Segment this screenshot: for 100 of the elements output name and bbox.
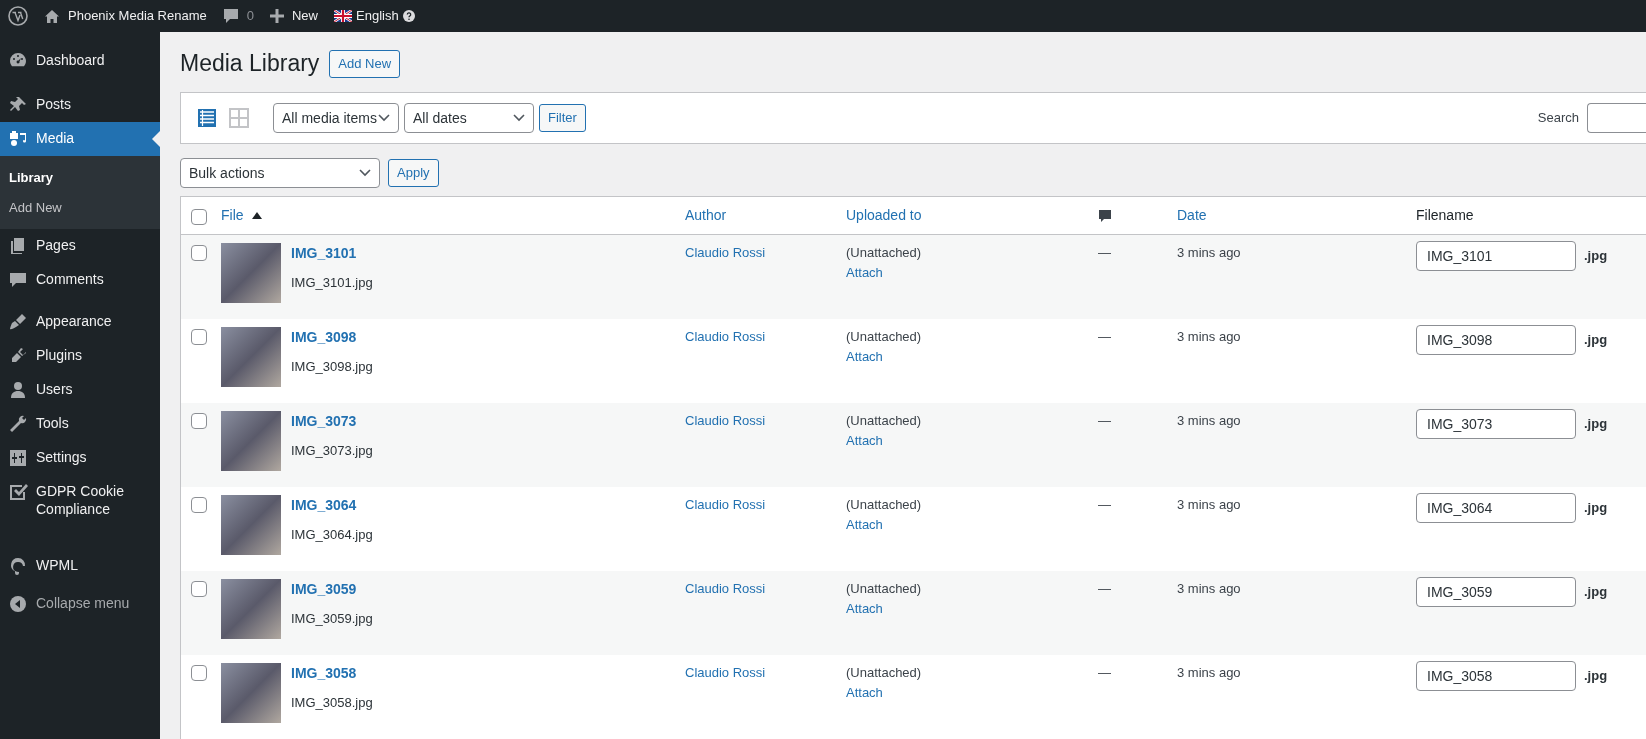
select-all-checkbox[interactable] [191, 208, 207, 225]
column-header-link[interactable]: File [221, 205, 244, 226]
submenu-item[interactable]: Add New [0, 192, 160, 222]
file-extension: .jpg [1584, 415, 1608, 434]
author-name-link[interactable]: Claudio Rossi [685, 413, 766, 428]
column-header-link[interactable]: Date [1177, 205, 1207, 226]
sidebar-menu-item[interactable]: Users [0, 373, 160, 407]
comment-count: — [1098, 245, 1111, 260]
sidebar-menu-item[interactable]: Comments [0, 263, 160, 297]
media-icon [8, 129, 28, 149]
file-extension: .jpg [1584, 247, 1608, 266]
sidebar-menu-item[interactable]: GDPR Cookie Compliance [0, 475, 160, 525]
wpml-icon [8, 556, 28, 576]
file-title-link[interactable]: IMG_3101 [291, 243, 373, 264]
comment-icon[interactable] [1098, 208, 1112, 223]
row-checkbox[interactable] [191, 581, 207, 597]
filter-button[interactable]: Filter [539, 104, 586, 132]
media-type-dropdown[interactable]: All media items [273, 103, 399, 133]
help-icon[interactable] [402, 10, 415, 22]
comment-count: — [1098, 665, 1111, 680]
attach-link[interactable]: Attach [846, 430, 1098, 450]
column-header: Filename [1416, 206, 1474, 225]
row-checkbox[interactable] [191, 665, 207, 681]
row-checkbox[interactable] [191, 329, 207, 345]
file-name: IMG_3073.jpg [291, 442, 373, 460]
search-label: Search [1537, 109, 1579, 128]
file-title-link[interactable]: IMG_3073 [291, 411, 373, 432]
filename-field[interactable]: IMG_3058 [1416, 661, 1576, 691]
file-extension: .jpg [1584, 667, 1608, 686]
date-dropdown[interactable]: All dates [404, 103, 534, 133]
wrench-icon [8, 414, 28, 434]
comment-icon[interactable] [222, 8, 239, 24]
attach-link[interactable]: Attach [846, 598, 1098, 618]
grid-view-icon[interactable] [229, 108, 249, 128]
upload-date: 3 mins ago [1177, 329, 1241, 344]
sidebar-menu-item[interactable]: Media [0, 122, 160, 156]
language-link[interactable]: English [356, 6, 399, 26]
photo-placeholder [221, 663, 281, 723]
upload-date: 3 mins ago [1177, 581, 1241, 596]
file-extension: .jpg [1584, 583, 1608, 602]
plus-icon[interactable] [270, 9, 284, 23]
sort-arrow-icon[interactable] [251, 211, 262, 220]
author-name-link[interactable]: Claudio Rossi [685, 497, 766, 512]
submenu-item[interactable]: Library [0, 163, 160, 193]
comment-icon [8, 270, 28, 290]
author-name-link[interactable]: Claudio Rossi [685, 245, 766, 260]
filename-field[interactable]: IMG_3073 [1416, 409, 1576, 439]
add-new-button[interactable]: Add New [329, 50, 401, 78]
row-checkbox[interactable] [191, 413, 207, 429]
file-title-link[interactable]: IMG_3064 [291, 495, 373, 516]
wordpress-logo-icon[interactable] [8, 6, 28, 26]
attach-link[interactable]: Attach [846, 514, 1098, 534]
sidebar-menu-item[interactable]: Plugins [0, 339, 160, 373]
sidebar-menu-item[interactable]: WPML [0, 549, 160, 583]
home-icon[interactable] [44, 8, 60, 24]
file-name: IMG_3098.jpg [291, 358, 373, 376]
file-title-link[interactable]: IMG_3098 [291, 327, 373, 348]
sidebar-menu-item[interactable]: Settings [0, 441, 160, 475]
file-name: IMG_3064.jpg [291, 526, 373, 544]
site-name-link[interactable]: Phoenix Media Rename [68, 6, 207, 26]
attach-link[interactable]: Attach [846, 682, 1098, 702]
flag-icon [334, 10, 352, 22]
comment-count: — [1098, 581, 1111, 596]
sidebar-menu-item[interactable]: Tools [0, 407, 160, 441]
row-checkbox[interactable] [191, 245, 207, 261]
apply-button[interactable]: Apply [388, 159, 439, 187]
new-link[interactable]: New [292, 6, 318, 26]
page-title: Media Library [180, 50, 320, 78]
file-title-link[interactable]: IMG_3058 [291, 663, 373, 684]
filename-field[interactable]: IMG_3064 [1416, 493, 1576, 523]
collapse-icon [8, 594, 28, 614]
author-name-link[interactable]: Claudio Rossi [685, 329, 766, 344]
author-name-link[interactable]: Claudio Rossi [685, 665, 766, 680]
sidebar-menu-item[interactable]: Appearance [0, 305, 160, 339]
column-header-link[interactable]: Uploaded to [846, 205, 922, 226]
collapse-menu-button[interactable]: Collapse menu [0, 587, 160, 621]
attachment-status: (Unattached) [846, 664, 923, 682]
attach-link[interactable]: Attach [846, 262, 1098, 282]
author-name-link[interactable]: Claudio Rossi [685, 581, 766, 596]
search-field[interactable] [1587, 103, 1646, 133]
filename-field[interactable]: IMG_3059 [1416, 577, 1576, 607]
comment-count: — [1098, 497, 1111, 512]
attach-link[interactable]: Attach [846, 346, 1098, 366]
bulk-actions-dropdown[interactable]: Bulk actions [180, 158, 380, 188]
comment-count: 0 [246, 7, 254, 26]
upload-date: 3 mins ago [1177, 665, 1241, 680]
photo-placeholder [221, 495, 281, 555]
column-header-link[interactable]: Author [685, 205, 727, 226]
filename-field[interactable]: IMG_3098 [1416, 325, 1576, 355]
upload-date: 3 mins ago [1177, 245, 1241, 260]
sidebar-menu-item[interactable]: Dashboard [0, 42, 160, 80]
sliders-icon [8, 448, 28, 468]
row-checkbox[interactable] [191, 497, 207, 513]
file-name: IMG_3059.jpg [291, 610, 373, 628]
sidebar-menu-item[interactable]: Posts [0, 88, 160, 122]
sidebar-menu-item[interactable]: Pages [0, 229, 160, 263]
filename-field[interactable]: IMG_3101 [1416, 241, 1576, 271]
list-view-icon[interactable] [197, 108, 217, 128]
file-title-link[interactable]: IMG_3059 [291, 579, 373, 600]
chevron-down-icon [359, 169, 371, 177]
